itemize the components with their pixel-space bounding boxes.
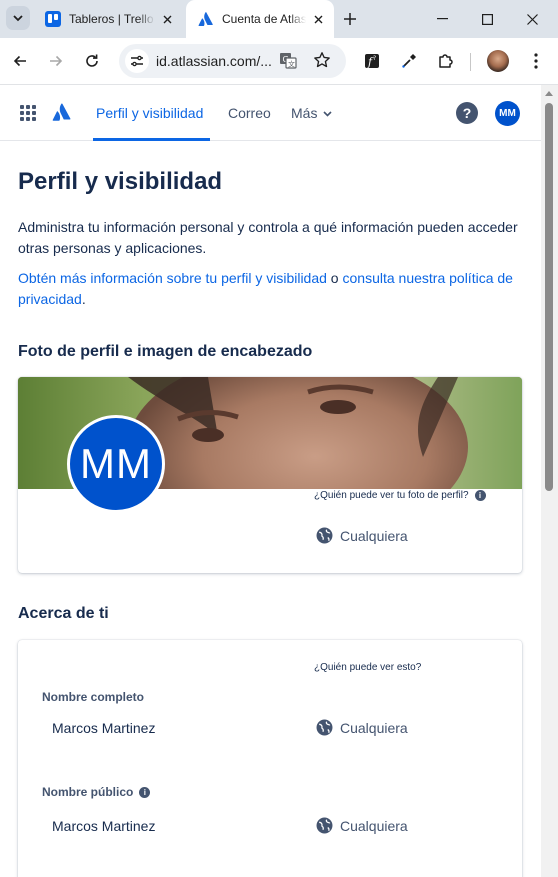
photo-card: MM ¿Quién puede ver tu foto de perfil? i … (18, 377, 522, 573)
photo-visibility-select[interactable]: Cualquiera (316, 527, 408, 544)
visibility-label: Cualquiera (340, 719, 408, 736)
profile-avatar[interactable] (487, 50, 509, 72)
app-switcher-icon[interactable] (20, 105, 36, 121)
help-icon[interactable]: ? (456, 102, 478, 124)
menu-icon[interactable] (522, 47, 550, 75)
tab-title: Tableros | Trello (69, 12, 154, 26)
close-window-icon[interactable] (510, 0, 554, 38)
browser-tab-trello[interactable]: Tableros | Trello (37, 0, 183, 38)
app-top-nav: Perfil y visibilidad Correo Más ? MM (0, 85, 558, 141)
tab-title: Cuenta de Atlassian (222, 12, 306, 26)
public-name-value[interactable]: Marcos Martinez (52, 818, 155, 834)
close-tab-icon[interactable] (159, 11, 175, 27)
atlassian-logo-icon[interactable] (52, 102, 72, 122)
full-name-value[interactable]: Marcos Martinez (52, 720, 155, 736)
photo-visibility-question: ¿Quién puede ver tu foto de perfil? i (314, 490, 486, 501)
visibility-label: Cualquiera (340, 527, 408, 544)
public-name-label-text: Nombre público (42, 785, 134, 799)
nav-email[interactable]: Correo (228, 105, 271, 121)
about-visibility-question: ¿Quién puede ver esto? (314, 662, 422, 673)
nav-more[interactable]: Más (291, 105, 332, 121)
minimize-icon[interactable] (420, 0, 464, 38)
browser-tab-atlassian[interactable]: Cuenta de Atlassian (186, 0, 334, 38)
page-scrollbar[interactable] (541, 85, 558, 877)
about-card: ¿Quién puede ver esto? Nombre completo M… (18, 640, 522, 877)
svg-text:文: 文 (288, 60, 295, 69)
info-links: Obtén más información sobre tu perfil y … (18, 268, 528, 310)
toolbar-separator (470, 53, 471, 71)
main-content: Perfil y visibilidad Administra tu infor… (0, 142, 540, 877)
nav-more-label: Más (291, 105, 318, 121)
eyedropper-icon[interactable] (395, 47, 423, 75)
scroll-up-arrow-icon[interactable] (545, 91, 553, 96)
about-section-heading: Acerca de ti (18, 605, 109, 622)
forward-icon[interactable] (42, 47, 70, 75)
photo-visibility-question-text: ¿Quién puede ver tu foto de perfil? (314, 490, 469, 501)
full-name-label-text: Nombre completo (42, 690, 145, 704)
extension-f-icon[interactable]: f? (358, 47, 386, 75)
site-info-icon[interactable] (125, 49, 149, 73)
scroll-thumb[interactable] (545, 103, 553, 491)
photo-section-heading: Foto de perfil e imagen de encabezado (18, 343, 313, 360)
globe-icon (316, 527, 333, 544)
info-icon[interactable]: i (474, 490, 486, 501)
new-tab-icon[interactable] (339, 8, 361, 30)
info-icon[interactable]: i (139, 786, 151, 798)
public-name-label: Nombre público i (42, 785, 151, 799)
user-avatar[interactable]: MM (495, 101, 520, 126)
globe-icon (316, 817, 333, 834)
chevron-down-icon (323, 111, 332, 117)
visibility-label: Cualquiera (340, 817, 408, 834)
browser-toolbar: id.atlassian.com/... G文 f? (0, 38, 558, 84)
profile-photo-avatar[interactable]: MM (67, 415, 165, 513)
profile-info-link[interactable]: Obtén más información sobre tu perfil y … (18, 270, 327, 286)
full-name-visibility-select[interactable]: Cualquiera (316, 719, 408, 736)
full-name-label: Nombre completo (42, 690, 144, 704)
address-bar[interactable]: id.atlassian.com/... G文 (119, 44, 346, 78)
bookmark-star-icon[interactable] (313, 51, 331, 74)
link-joiner: o (326, 270, 343, 286)
svg-text:?: ? (373, 55, 376, 62)
trello-icon (45, 11, 61, 27)
address-text: id.atlassian.com/... (156, 53, 272, 69)
back-icon[interactable] (6, 47, 34, 75)
browser-tab-strip: Tableros | Trello Cuenta de Atlassian (0, 0, 558, 38)
active-tab-indicator (93, 138, 210, 141)
page-title: Perfil y visibilidad (18, 168, 223, 195)
tab-search-icon[interactable] (6, 6, 30, 30)
nav-profile-visibility[interactable]: Perfil y visibilidad (96, 105, 203, 121)
extensions-puzzle-icon[interactable] (431, 47, 459, 75)
public-name-visibility-select[interactable]: Cualquiera (316, 817, 408, 834)
translate-icon[interactable]: G文 (279, 52, 297, 74)
maximize-icon[interactable] (465, 0, 509, 38)
globe-icon (316, 719, 333, 736)
close-tab-icon[interactable] (310, 11, 326, 27)
reload-icon[interactable] (78, 47, 106, 75)
link-end: . (81, 291, 86, 307)
atlassian-icon (198, 12, 213, 26)
page-intro: Administra tu información personal y con… (18, 219, 518, 256)
